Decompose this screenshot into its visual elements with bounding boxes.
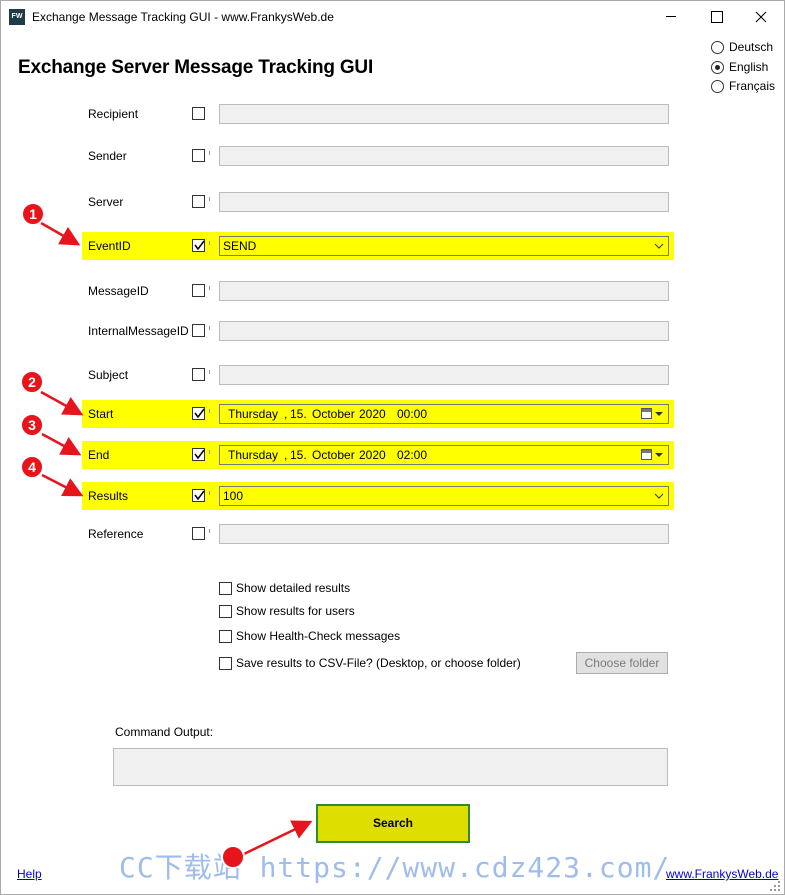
- annotation-marker-4: 4: [20, 455, 84, 497]
- annotation-marker-5: [221, 820, 313, 869]
- annotation-marker-2: 2: [20, 370, 84, 416]
- svg-text:4: 4: [28, 459, 36, 475]
- annotation-marker-3: 3: [20, 413, 82, 456]
- svg-text:1: 1: [29, 206, 37, 222]
- app-window: FW Exchange Message Tracking GUI - www.F…: [0, 0, 785, 895]
- annotation-overlay: 1 2 3 4: [20, 202, 313, 869]
- svg-text:3: 3: [28, 417, 36, 433]
- svg-text:2: 2: [28, 374, 36, 390]
- annotation-marker-1: 1: [21, 202, 81, 246]
